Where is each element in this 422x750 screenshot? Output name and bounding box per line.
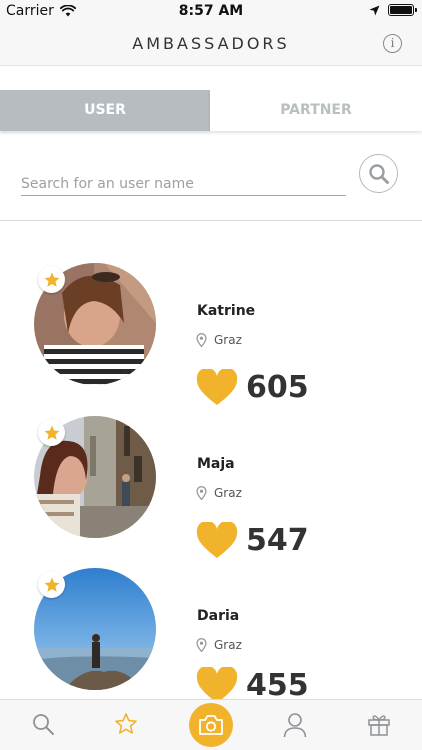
score: 547 xyxy=(246,523,309,558)
star-icon xyxy=(44,272,59,287)
star-badge xyxy=(38,419,65,446)
camera-button[interactable] xyxy=(189,703,233,747)
search-input[interactable] xyxy=(21,172,346,196)
location-arrow-icon xyxy=(369,5,380,15)
location-pin-icon xyxy=(196,486,207,500)
camera-icon xyxy=(199,715,223,735)
status-bar: Carrier 8:57 AM xyxy=(0,0,422,22)
search-area xyxy=(0,131,422,221)
search-icon xyxy=(369,164,389,184)
tab-partner[interactable]: PARTNER xyxy=(210,90,422,131)
ambassador-list: Katrine Graz 605 Maja Graz 547 Daria Gra… xyxy=(0,222,422,699)
segment-tabs: USER PARTNER xyxy=(0,90,422,131)
list-item[interactable]: Maja Graz 547 xyxy=(0,405,422,558)
heart-icon xyxy=(196,369,238,405)
list-item[interactable]: Katrine Graz 605 xyxy=(0,252,422,405)
status-right xyxy=(369,4,417,16)
star-badge xyxy=(38,266,65,293)
user-name: Daria xyxy=(197,608,240,624)
score: 455 xyxy=(246,668,309,699)
profile-icon[interactable] xyxy=(283,712,307,738)
nav-bar: AMBASSADORS i xyxy=(0,22,422,66)
gift-icon[interactable] xyxy=(367,712,391,736)
location-pin-icon xyxy=(196,638,207,652)
info-icon[interactable]: i xyxy=(383,34,402,53)
user-name: Maja xyxy=(197,456,235,472)
status-time: 8:57 AM xyxy=(178,3,244,19)
heart-icon xyxy=(196,522,238,558)
tab-user[interactable]: USER xyxy=(0,90,210,131)
score: 605 xyxy=(246,370,309,405)
user-city: Graz xyxy=(214,486,242,500)
page-title: AMBASSADORS xyxy=(132,34,290,53)
search-icon[interactable] xyxy=(31,712,55,736)
tab-bar xyxy=(0,699,422,750)
user-city: Graz xyxy=(214,638,242,652)
user-city: Graz xyxy=(214,333,242,347)
star-icon[interactable] xyxy=(114,712,138,736)
star-icon xyxy=(44,425,59,440)
location-pin-icon xyxy=(196,333,207,347)
battery-icon xyxy=(388,4,417,16)
star-badge xyxy=(38,571,65,598)
search-button[interactable] xyxy=(359,154,398,193)
star-icon xyxy=(44,577,59,592)
list-item[interactable]: Daria Graz 455 xyxy=(0,557,422,699)
heart-icon xyxy=(196,667,238,699)
user-name: Katrine xyxy=(197,303,256,319)
